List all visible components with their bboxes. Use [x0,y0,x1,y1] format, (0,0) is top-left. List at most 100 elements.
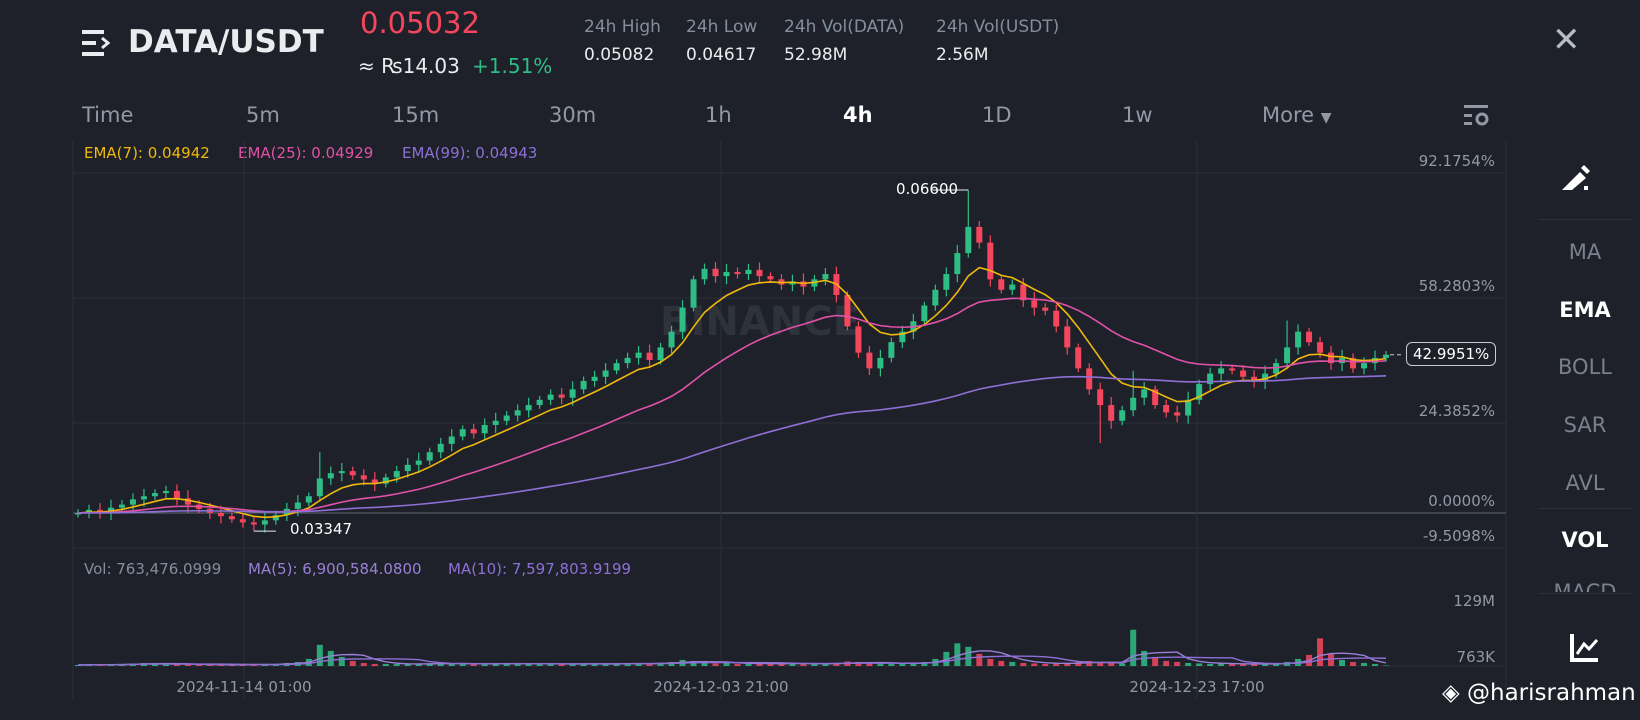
volume-bar [1009,661,1016,666]
candlestick-chart[interactable]: BINANCE [0,0,1640,720]
volume-bar [349,660,356,666]
candle-body [239,519,246,523]
indicator-macd[interactable]: MACD [1538,580,1632,592]
candle-body [646,352,653,360]
volume-bar [1251,664,1258,666]
candle-body [734,271,741,275]
candle-body [569,389,576,398]
candle-body [1218,368,1225,374]
high-label: 0.06600 [896,180,959,198]
candle-body [1031,300,1038,308]
candle-body [679,307,686,332]
candle-body [1108,405,1115,421]
indicator-boll[interactable]: BOLL [1538,355,1632,379]
candle-body [1174,412,1181,416]
sidebar-divider [1538,593,1632,594]
indicator-ema[interactable]: EMA [1538,298,1632,322]
candle-body [305,496,312,503]
low-label: 0.03347 [290,520,353,538]
candle-body [822,274,829,280]
volume-bar [756,663,763,666]
candle-body [118,504,125,508]
candle-body [1086,368,1093,390]
volume-bar [965,646,972,666]
candle-body [1240,370,1247,377]
candle-body [1009,284,1016,290]
candle-body [635,352,642,358]
candle-body [173,490,180,499]
candle-body [338,471,345,474]
ema99-line [77,374,1387,514]
volume-bar [1361,662,1368,666]
volume-bar [1042,663,1049,666]
candle-body [657,347,664,360]
volume-bar [393,663,400,666]
candle-body [580,380,587,390]
candle-body [162,490,169,494]
y-tick: 24.3852% [1418,402,1495,420]
candle-body [558,394,565,398]
candle-body [492,420,499,425]
candle-body [1229,368,1236,371]
volume-bar [1031,663,1038,666]
volume-bar [734,663,741,666]
candle-body [393,471,400,478]
candle-body [448,436,455,444]
candle-body [327,473,334,479]
candle-body [624,357,631,364]
candle-body [844,295,851,327]
candle-body [316,478,323,497]
draw-tool-icon[interactable] [1560,164,1592,198]
candle-body [426,452,433,461]
volume-bar [470,664,477,666]
candle-body [1383,354,1389,358]
candle-body [261,520,268,525]
candle-body [1295,331,1302,348]
candle-body [668,331,675,348]
candle-body [712,268,719,277]
y-tick: 0.0000% [1428,492,1495,510]
volume-bar [580,664,587,666]
candle-body [690,279,697,308]
volume-bar [1020,662,1027,666]
sidebar-divider [1538,508,1632,509]
volume-bar [1350,661,1357,666]
candle-body [1141,389,1148,398]
volume-bar [987,658,994,666]
candle-body [756,269,763,277]
volume-bar [1196,663,1203,666]
candle-body [965,226,972,254]
volume-bar [338,656,345,666]
candle-body [943,274,950,290]
indicator-sar[interactable]: SAR [1538,413,1632,437]
candle-body [877,357,884,369]
candle-body [1075,347,1082,369]
candle-body [250,522,257,525]
candle-body [1053,310,1060,327]
indicator-ma[interactable]: MA [1538,240,1632,264]
y-tick: 58.2803% [1418,277,1495,295]
candle-body [481,424,488,434]
volume-bar [1174,661,1181,666]
candle-body [602,370,609,377]
candle-body [129,499,136,505]
candle-body [140,496,147,500]
candle-body [767,276,774,280]
volume-bar [1163,660,1170,666]
current-price-label: 42.9951% [1406,342,1497,366]
chart-type-icon[interactable] [1570,632,1600,666]
candle-body [547,394,554,400]
candle-body [723,271,730,277]
volume-bar [723,662,730,666]
candle-body [503,415,510,421]
candle-body [987,242,994,280]
candle-body [536,399,543,406]
candle-body [1306,331,1313,343]
indicator-vol[interactable]: VOL [1538,528,1632,552]
candle-body [998,279,1005,290]
volume-bar [1372,663,1379,666]
y-tick: -9.5098% [1422,527,1495,545]
candle-body [459,429,466,437]
candle-body [1284,347,1291,364]
indicator-avl[interactable]: AVL [1538,471,1632,495]
